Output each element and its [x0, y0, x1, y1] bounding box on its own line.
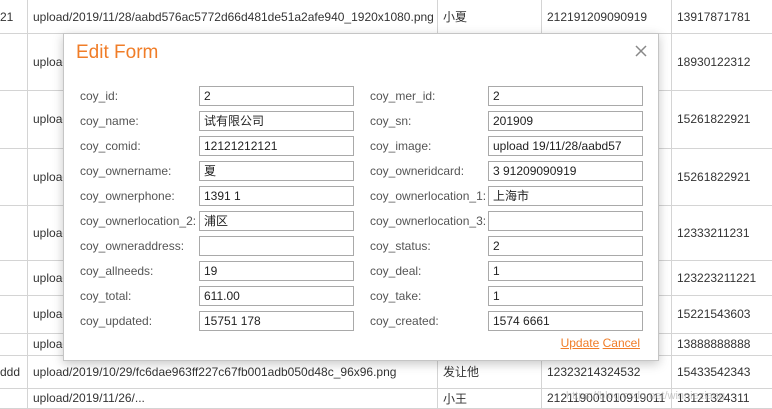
- field-label: coy_comid:: [80, 139, 141, 153]
- table-cell: [0, 295, 28, 333]
- table-cell: [0, 148, 28, 205]
- edit-form-dialog: Edit Form coy_id: 2 coy_mer_id: 2 coy_name: 试…: [63, 33, 659, 361]
- table-cell: upload/2019/11/28/aabd576ac5772d66d481de…: [28, 0, 438, 33]
- table-row[interactable]: 21 upload/2019/11/28/aabd576ac5772d66d481…: [0, 0, 772, 34]
- field-label: coy_ownerlocation_2:: [80, 214, 197, 228]
- field-input[interactable]: 1: [488, 261, 643, 281]
- field-label: coy_sn:: [370, 114, 412, 128]
- watermark-text: https://blog.csdn.net/winnieziang: [566, 390, 725, 402]
- field-label: coy_updated:: [80, 314, 153, 328]
- table-cell: [0, 205, 28, 260]
- update-button[interactable]: Update: [561, 336, 600, 350]
- table-cell: [0, 260, 28, 295]
- field-label: coy_ownerlocation_1:: [370, 189, 487, 203]
- table-cell: 15261822921: [677, 169, 751, 184]
- field-input[interactable]: upload 19/11/28/aabd57: [488, 136, 643, 156]
- field-label: coy_status:: [370, 239, 431, 253]
- field-input[interactable]: 试有限公司: [199, 111, 354, 131]
- field-label: coy_mer_id:: [370, 89, 436, 103]
- table-cell: [0, 90, 28, 148]
- field-input[interactable]: 201909: [488, 111, 643, 131]
- field-label: coy_created:: [370, 314, 439, 328]
- table-cell: 18930122312: [677, 54, 751, 69]
- field-label: coy_deal:: [370, 264, 422, 278]
- table-cell: [0, 388, 28, 408]
- table-cell: 21: [0, 0, 28, 33]
- field-input[interactable]: 15751 178: [199, 311, 354, 331]
- close-icon[interactable]: [632, 42, 650, 60]
- field-input[interactable]: 1391 1: [199, 186, 354, 206]
- table-cell: 15221543603: [677, 307, 751, 321]
- field-input[interactable]: 19: [199, 261, 354, 281]
- field-label: coy_ownerphone:: [80, 189, 175, 203]
- table-cell: ddd: [0, 355, 28, 388]
- field-label: coy_id:: [80, 89, 119, 103]
- table-cell: 13917871781: [677, 9, 751, 24]
- field-input[interactable]: 2: [199, 86, 354, 106]
- field-input[interactable]: 2: [488, 236, 643, 256]
- table-cell: 123223211221: [677, 270, 757, 285]
- field-input[interactable]: 611.00: [199, 286, 354, 306]
- field-input[interactable]: [488, 211, 643, 231]
- table-cell: 13888888888: [677, 337, 751, 351]
- field-label: coy_image:: [370, 139, 432, 153]
- table-cell: [0, 33, 28, 90]
- table-cell: upload/2019/11/26/...: [28, 388, 438, 408]
- field-label: coy_total:: [80, 289, 132, 303]
- field-label: coy_ownername:: [80, 164, 172, 178]
- table-cell: 212191209090919: [542, 0, 672, 33]
- field-input[interactable]: 夏: [199, 161, 354, 181]
- table-cell: 小夏: [438, 0, 542, 33]
- field-input[interactable]: 浦区: [199, 211, 354, 231]
- field-input[interactable]: 3 91209090919: [488, 161, 643, 181]
- table-cell: 12333211231: [677, 225, 750, 240]
- field-label: coy_ownerlocation_3:: [370, 214, 487, 228]
- field-input[interactable]: 1: [488, 286, 643, 306]
- field-label: coy_take:: [370, 289, 422, 303]
- field-label: coy_name:: [80, 114, 139, 128]
- field-input[interactable]: 12121212121: [199, 136, 354, 156]
- dialog-title: Edit Form: [76, 42, 159, 63]
- field-label: coy_owneraddress:: [80, 239, 185, 253]
- dialog-actions: Update Cancel: [561, 336, 640, 350]
- field-label: coy_allneeds:: [80, 264, 154, 278]
- field-input[interactable]: [199, 236, 354, 256]
- field-input[interactable]: 1574 6661: [488, 311, 643, 331]
- table-cell: 15433542343: [677, 364, 751, 379]
- table-cell: [0, 333, 28, 355]
- field-input[interactable]: 2: [488, 86, 643, 106]
- table-cell: 15261822921: [677, 112, 751, 126]
- field-input[interactable]: 上海市: [488, 186, 643, 206]
- cancel-button[interactable]: Cancel: [603, 336, 640, 350]
- field-label: coy_owneridcard:: [370, 164, 465, 178]
- table-cell: 小王: [438, 388, 542, 408]
